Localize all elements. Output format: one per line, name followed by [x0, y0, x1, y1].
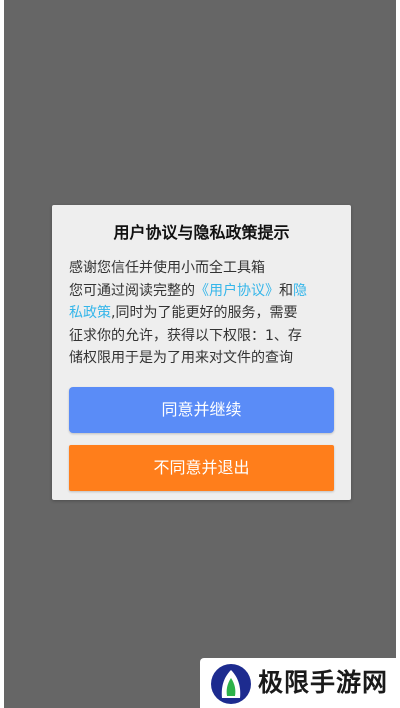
site-logo-icon: [211, 664, 251, 704]
privacy-policy-link[interactable]: 隐: [293, 283, 307, 299]
message-line: 感谢您信任并使用小而全工具箱: [69, 260, 265, 276]
watermark: 极限手游网: [200, 658, 400, 708]
watermark-text: 极限手游网: [258, 668, 389, 697]
message-text: 和: [279, 282, 293, 299]
agree-button[interactable]: 同意并继续: [69, 387, 334, 433]
message-text: ,同时为了能更好的服务，需要: [111, 305, 298, 321]
disagree-button[interactable]: 不同意并退出: [69, 445, 334, 491]
message-line: 您可通过阅读完整的《用户协议》和隐: [69, 280, 337, 303]
user-agreement-link[interactable]: 《用户协议》: [195, 283, 279, 299]
message-line: 私政策,同时为了能更好的服务，需要: [69, 302, 337, 325]
message-line: 征求你的允许，获得以下权限：1、存: [69, 327, 302, 344]
privacy-dialog: 用户协议与隐私政策提示 感谢您信任并使用小而全工具箱 您可通过阅读完整的《用户协…: [52, 205, 351, 500]
dialog-message: 感谢您信任并使用小而全工具箱 您可通过阅读完整的《用户协议》和隐 私政策,同时为…: [69, 257, 337, 370]
message-line: 储权限用于是为了用来对文件的查询: [69, 350, 293, 366]
message-text: 您可通过阅读完整的: [69, 282, 195, 299]
privacy-policy-link[interactable]: 私政策: [69, 305, 111, 321]
dialog-title: 用户协议与隐私政策提示: [113, 223, 290, 242]
